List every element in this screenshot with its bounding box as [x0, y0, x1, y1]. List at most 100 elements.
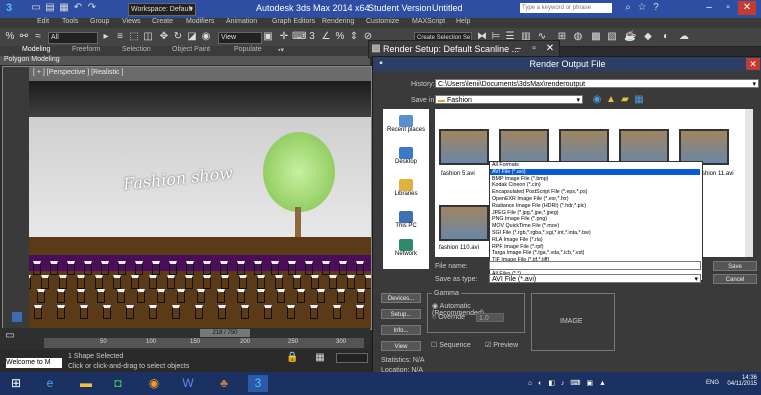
- selection-filter-dropdown[interactable]: All: [48, 32, 98, 44]
- system-tray[interactable]: ⌂ ◐ ◧ ♪ ⌨ ▣ ▲: [528, 379, 608, 387]
- dialog-close-button[interactable]: ✕: [746, 58, 760, 70]
- sequence-checkbox[interactable]: ☐ Sequence: [431, 341, 471, 349]
- file-thumbnail[interactable]: [619, 129, 669, 165]
- ribbon-tab-modeling[interactable]: Modeling: [22, 46, 50, 53]
- file-list-scrollbar[interactable]: [745, 109, 753, 257]
- menu-item-views[interactable]: Views: [122, 18, 141, 25]
- perspective-viewport[interactable]: Fashion show [ + ] [Perspective ] [Reali…: [2, 66, 372, 330]
- menu-item-customize[interactable]: Customize: [366, 18, 399, 25]
- time-configuration-icon[interactable]: ▭: [4, 330, 16, 342]
- setup-button[interactable]: Setup...: [381, 309, 421, 319]
- info-button[interactable]: Info...: [381, 325, 421, 335]
- reference-coordinate-dropdown[interactable]: View: [218, 32, 262, 44]
- place-desktop[interactable]: Desktop: [383, 147, 429, 165]
- spinner-snap-icon[interactable]: ⇕: [348, 31, 360, 43]
- menu-item-rendering[interactable]: Rendering: [322, 18, 354, 25]
- activeshade-icon[interactable]: ◐: [660, 31, 672, 43]
- menu-item-create[interactable]: Create: [152, 18, 173, 25]
- render-in-cloud-icon[interactable]: ☁: [678, 31, 690, 43]
- file-type-option[interactable]: Encapsulated PostScript File (*.eps,*.ps…: [492, 189, 587, 195]
- place-network[interactable]: Network: [383, 239, 429, 257]
- new-folder-icon[interactable]: ▰: [619, 94, 631, 106]
- menu-item-animation[interactable]: Animation: [226, 18, 257, 25]
- store-icon[interactable]: ◘: [108, 375, 128, 392]
- file-name[interactable]: fashion 110.avi: [439, 245, 479, 251]
- unlink-icon[interactable]: ⚯: [18, 31, 30, 43]
- maximize-button[interactable]: ▫: [719, 1, 737, 15]
- file-type-option[interactable]: RPF Image File (*.rpf): [492, 244, 544, 250]
- place-libraries[interactable]: Libraries: [383, 179, 429, 197]
- search-input[interactable]: Type a keyword or phrase: [520, 3, 612, 13]
- scale-icon[interactable]: ◪: [186, 31, 198, 43]
- render-production-icon[interactable]: ☕: [624, 31, 636, 43]
- file-name[interactable]: fashion 5.avi: [441, 171, 475, 177]
- save-file-icon[interactable]: ▦: [58, 2, 70, 14]
- close-button[interactable]: ✕: [738, 1, 756, 15]
- binoculars-icon[interactable]: ⌕: [622, 2, 634, 14]
- 3dsmax-taskbar-icon[interactable]: 3: [248, 375, 268, 392]
- preview-checkbox[interactable]: ☑ Preview: [485, 341, 518, 349]
- windows-start-icon[interactable]: ⊞: [6, 375, 26, 392]
- maximize-viewport-icon[interactable]: [12, 312, 22, 322]
- file-type-option[interactable]: All Formats: [492, 162, 519, 168]
- time-slider[interactable]: 218 / 750: [200, 329, 250, 337]
- undo-icon[interactable]: ↶: [72, 2, 84, 14]
- new-file-icon[interactable]: ▭: [30, 2, 42, 14]
- x-coordinate-field[interactable]: [336, 353, 368, 363]
- file-thumbnail[interactable]: [439, 205, 489, 241]
- file-type-option[interactable]: JPEG File (*.jpg,*.jpe,*.jpeg): [492, 210, 559, 216]
- render-setup-icon[interactable]: ▩: [590, 31, 602, 43]
- file-type-option[interactable]: OpenEXR Image File (*.exr,*.fxr): [492, 196, 569, 202]
- file-type-option[interactable]: BMP Image File (*.bmp): [492, 176, 548, 182]
- lock-selection-icon[interactable]: 🔒: [286, 352, 298, 364]
- media-icon[interactable]: ♣: [214, 375, 234, 392]
- save-as-type-dropdown[interactable]: AVI File (*.avi) ▾: [489, 274, 701, 283]
- chrome-icon[interactable]: ◉: [144, 375, 164, 392]
- view-button[interactable]: View: [381, 341, 421, 351]
- file-type-option[interactable]: MOV QuickTime File (*.mov): [492, 223, 559, 229]
- file-thumbnail[interactable]: [559, 129, 609, 165]
- select-manipulate-icon[interactable]: ✛: [278, 31, 290, 43]
- devices-button[interactable]: Devices...: [381, 293, 421, 303]
- clock[interactable]: 14:36 04/11/2015: [727, 375, 757, 387]
- file-type-option[interactable]: SGI File (*.rgb,*.rgba,*.sgi,*.int,*.int…: [492, 230, 591, 236]
- gamma-override-radio[interactable]: ○ Override: [432, 314, 465, 321]
- place-icon[interactable]: ◉: [200, 31, 212, 43]
- percent-snap-icon[interactable]: %: [334, 31, 346, 43]
- file-type-option[interactable]: RLA Image File (*.rla): [492, 237, 543, 243]
- gamma-value-spinner[interactable]: 1.0: [476, 313, 504, 322]
- save-in-dropdown[interactable]: ▬ Fashion ▾: [435, 95, 583, 104]
- internet-explorer-icon[interactable]: e: [40, 375, 60, 392]
- view-menu-icon[interactable]: ▦: [633, 94, 645, 106]
- menu-item-maxscript[interactable]: MAXScript: [412, 18, 445, 25]
- angle-snap-icon[interactable]: ∠: [320, 31, 332, 43]
- file-name-input[interactable]: [489, 261, 701, 270]
- place-this-pc[interactable]: This PC: [383, 211, 429, 229]
- menu-item-graph-editors[interactable]: Graph Editors: [272, 18, 315, 25]
- rotate-icon[interactable]: ↻: [172, 31, 184, 43]
- file-type-option[interactable]: Targa Image File (*.tga,*.vda,*.icb,*.vs…: [492, 250, 584, 256]
- bind-space-warp-icon[interactable]: ≈: [32, 31, 44, 43]
- minimize-button[interactable]: –: [700, 1, 718, 15]
- pivot-center-icon[interactable]: ▣: [262, 31, 274, 43]
- window-crossing-icon[interactable]: ◫: [142, 31, 154, 43]
- menu-item-group[interactable]: Group: [90, 18, 109, 25]
- menu-item-tools[interactable]: Tools: [62, 18, 78, 25]
- rectangle-selection-icon[interactable]: ⬚: [128, 31, 140, 43]
- menu-item-modifiers[interactable]: Modifiers: [186, 18, 214, 25]
- help-icon[interactable]: ?: [650, 2, 662, 14]
- history-dropdown[interactable]: C:\Users\lenii\Documents\3dsMax\renderou…: [435, 79, 759, 88]
- file-type-option[interactable]: PNG Image File (*.png): [492, 216, 547, 222]
- 3dsmax-logo-icon[interactable]: 3: [3, 2, 15, 14]
- menu-item-edit[interactable]: Edit: [37, 18, 49, 25]
- select-by-name-icon[interactable]: ≡: [114, 31, 126, 43]
- save-button[interactable]: Save: [713, 261, 757, 271]
- ribbon-tab-populate[interactable]: Populate: [234, 46, 262, 53]
- back-icon[interactable]: ◉: [591, 94, 603, 106]
- place-recent[interactable]: Recent places: [383, 115, 429, 133]
- link-icon[interactable]: %: [4, 31, 16, 43]
- language-indicator[interactable]: ENG: [706, 380, 719, 386]
- favorites-icon[interactable]: ☆: [636, 2, 648, 14]
- redo-icon[interactable]: ↷: [86, 2, 98, 14]
- render-iterative-icon[interactable]: ◆: [642, 31, 654, 43]
